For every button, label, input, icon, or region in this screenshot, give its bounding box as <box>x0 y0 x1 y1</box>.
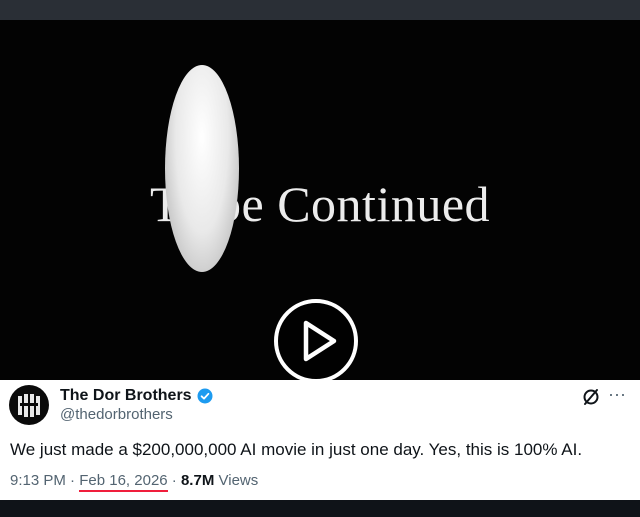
author-display-name[interactable]: The Dor Brothers <box>60 387 192 405</box>
tweet-text: We just made a $200,000,000 AI movie in … <box>10 440 583 459</box>
views-count[interactable]: 8.7M <box>181 472 214 489</box>
video-frame-object <box>165 65 239 272</box>
grok-icon[interactable] <box>582 388 600 406</box>
bottom-bar <box>0 500 640 517</box>
meta-separator: · <box>70 472 76 489</box>
video-player[interactable]: To be Continued <box>0 20 640 380</box>
avatar[interactable] <box>9 385 49 425</box>
avatar-logo-icon <box>18 394 40 417</box>
tweet-date[interactable]: Feb 16, 2026 <box>79 472 168 492</box>
top-bar <box>0 0 640 20</box>
verified-badge-icon <box>197 388 213 404</box>
meta-separator: · <box>171 472 177 489</box>
tweet-card: The Dor Brothers @thedorbrothers ··· We … <box>0 380 640 500</box>
play-icon <box>303 320 337 362</box>
author-row: The Dor Brothers <box>60 386 213 406</box>
views-label: Views <box>218 472 259 489</box>
tweet-time[interactable]: 9:13 PM <box>10 472 66 489</box>
video-frame-text: To be Continued <box>149 176 491 232</box>
tweet-meta: 9:13 PM · Feb 16, 2026 · 8.7M Views <box>10 472 259 492</box>
play-button[interactable] <box>274 299 358 380</box>
author-handle[interactable]: @thedorbrothers <box>60 406 173 423</box>
more-icon[interactable]: ··· <box>608 384 626 404</box>
